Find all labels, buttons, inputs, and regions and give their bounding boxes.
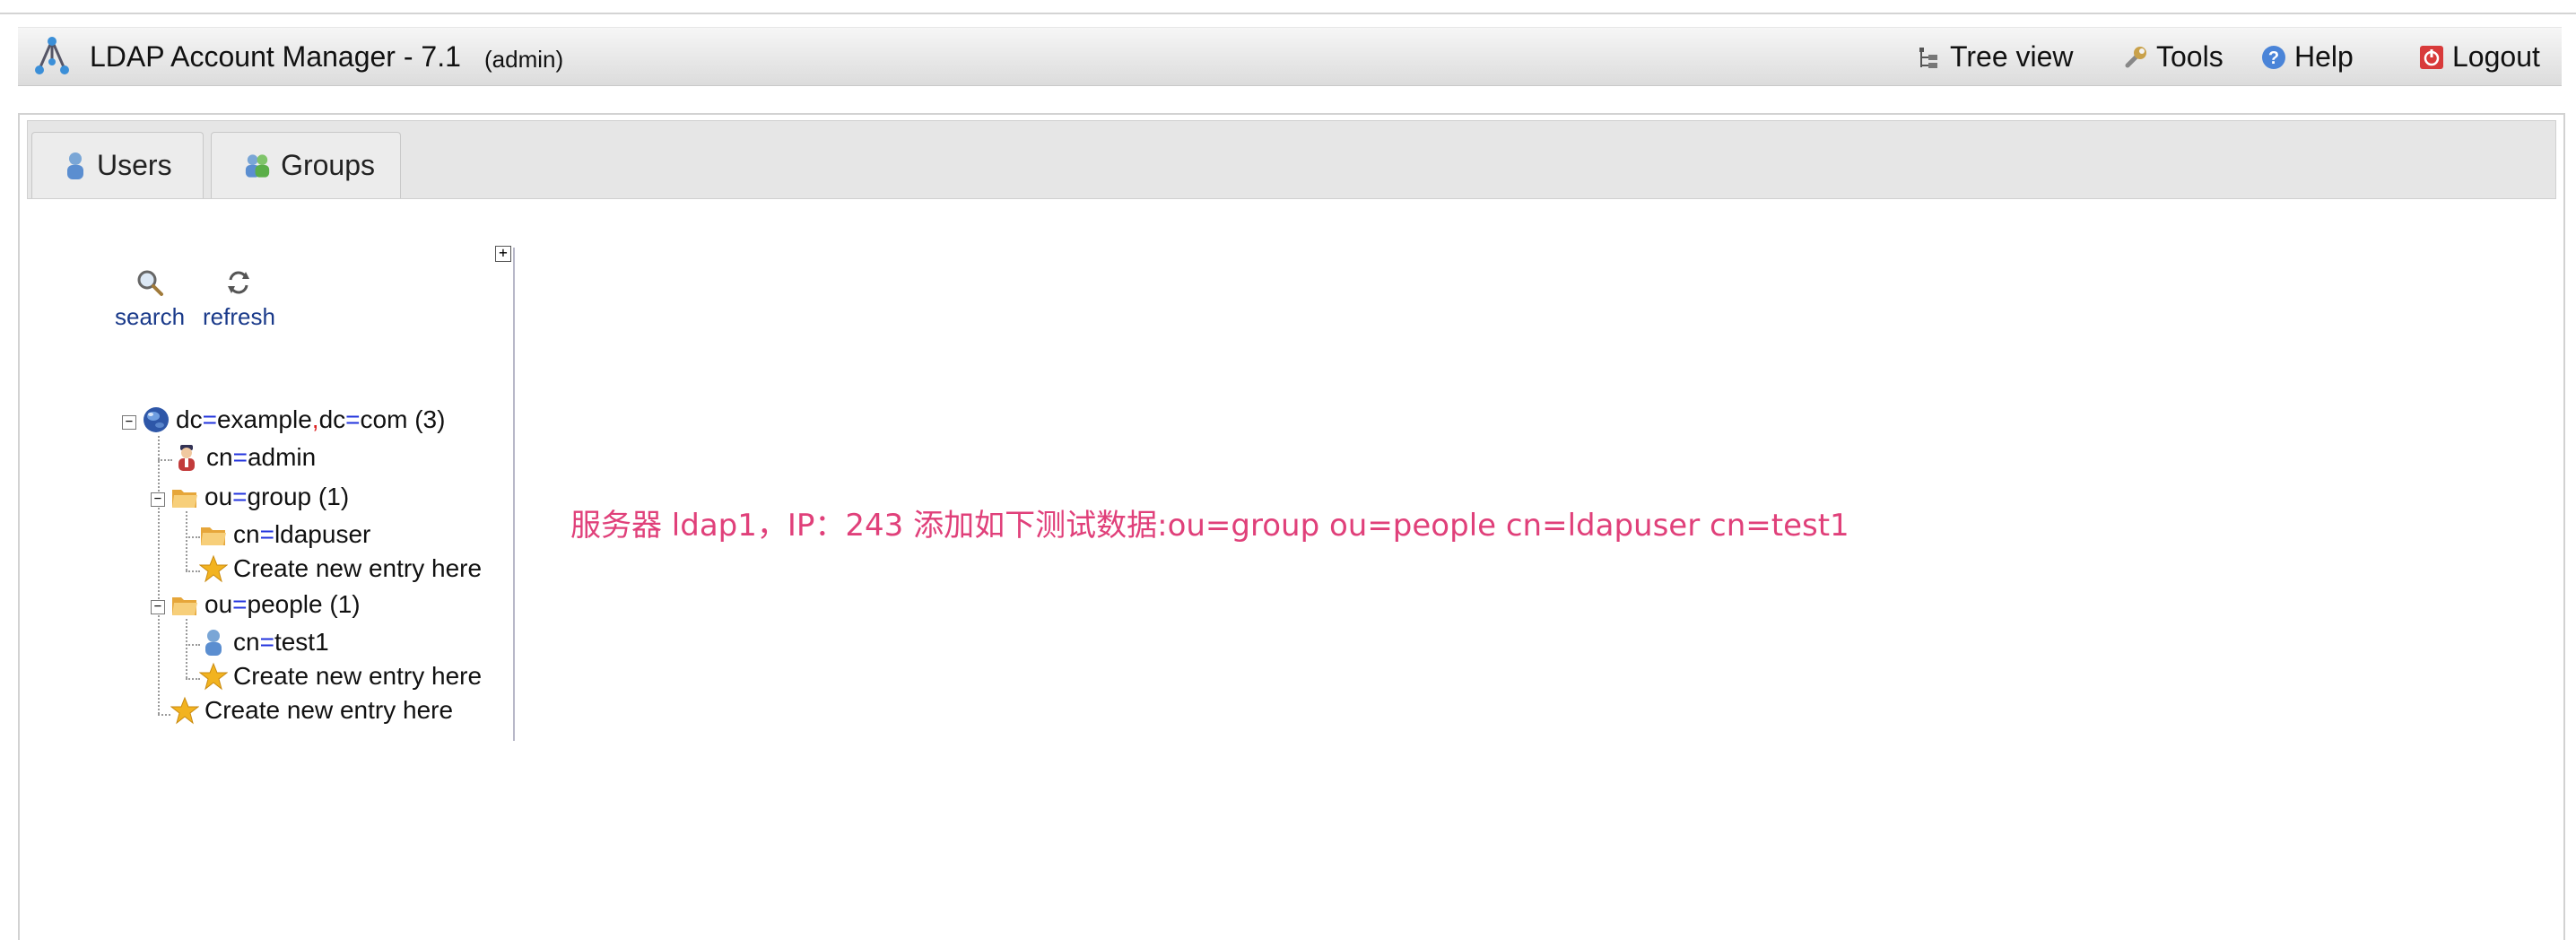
tree-node-test1[interactable]: cn = test1 [199,628,329,657]
attr-value: com [360,405,408,433]
tab-users-label: Users [97,149,172,181]
attr-key: ou [205,590,233,618]
tree-connector [158,714,170,716]
equals-sign: = [232,443,248,471]
logout-label: Logout [2452,40,2540,73]
folder-open-icon [172,490,197,508]
tree-connector [186,570,200,572]
globe-icon [144,407,169,432]
tree-view-icon [1919,47,1937,68]
app-title: LDAP Account Manager - 7.1 [90,40,461,73]
refresh-icon [228,271,250,294]
power-icon [2420,45,2443,69]
attr-key: cn [233,628,260,656]
svg-text:?: ? [2268,48,2279,68]
tree-connector [186,644,200,646]
attr-key: dc [176,405,203,433]
attr-key: cn [233,520,260,548]
tree-node-admin[interactable]: cn = admin [172,443,316,472]
create-entry-label: Create new entry here [233,554,483,582]
tree-connector [186,678,200,680]
equals-sign: = [232,483,248,510]
tab-users[interactable]: Users [31,132,204,198]
wrench-icon [2125,46,2146,67]
tools-link[interactable]: Tools [2122,40,2224,74]
equals-sign: = [259,628,274,656]
top-border-line [0,13,2576,14]
help-icon: ? [2262,45,2285,69]
logout-link[interactable]: Logout [2418,40,2540,74]
logged-in-user: (admin) [484,46,564,73]
equals-sign: = [232,590,248,618]
equals-sign: = [202,405,217,433]
tab-groups[interactable]: Groups [211,132,401,198]
tab-groups-label: Groups [281,149,375,181]
help-label: Help [2294,40,2354,73]
user-icon [67,152,83,179]
admin-user-icon [178,445,195,471]
tree-connector [158,459,172,461]
tree-separator [513,248,515,741]
search-label: search [115,303,186,330]
attr-value: group [247,483,312,510]
search-button[interactable]: search [115,267,185,331]
tree-node-ou-people[interactable]: ou = people (1) [170,590,361,619]
tree-node-root[interactable]: dc = example, dc = com (3) [142,405,445,434]
star-icon [199,554,228,583]
lam-logo-icon [30,35,74,78]
group-icon [245,153,270,178]
child-count: (1) [318,483,350,510]
tools-label: Tools [2156,40,2224,73]
tab-bar: Users Groups [27,120,2556,199]
child-count: (3) [414,405,446,433]
child-count: (1) [329,590,361,618]
attr-value: people [247,590,323,618]
equals-sign: = [345,405,361,433]
collapse-group-toggle[interactable]: − [151,492,165,507]
create-entry-group[interactable]: Create new entry here [199,554,482,583]
header-bar: LDAP Account Manager - 7.1 (admin) Tree … [18,27,2562,86]
user-icon [205,630,222,656]
refresh-label: refresh [203,303,275,330]
tree-connector [186,619,187,678]
create-entry-root[interactable]: Create new entry here [170,696,453,725]
folder-open-icon [172,597,197,615]
collapse-people-toggle[interactable]: − [151,600,165,614]
star-icon [170,696,199,725]
refresh-button[interactable]: refresh [203,267,275,331]
folder-open-icon [201,527,226,545]
create-entry-people[interactable]: Create new entry here [199,662,482,691]
help-link[interactable]: ? Help [2260,40,2354,74]
attr-value: example [216,405,312,433]
tree-node-ldapuser[interactable]: cn = ldapuser [199,520,370,549]
attr-key: ou [205,483,233,510]
expand-tree-panel-button[interactable]: + [495,246,511,262]
attr-value: ldapuser [274,520,371,548]
magnifier-icon [137,270,164,296]
tree-connector [186,511,187,570]
tree-node-ou-group[interactable]: ou = group (1) [170,483,349,511]
star-icon [199,662,228,691]
equals-sign: = [259,520,274,548]
tree-connector [158,436,160,714]
annotation-note: 服务器 ldap1，IP：243 添加如下测试数据:ou=group ou=pe… [570,508,1849,544]
tree-view-link[interactable]: Tree view [1916,40,2074,74]
attr-value: test1 [274,628,329,656]
comma-separator: , [311,405,319,433]
create-entry-label: Create new entry here [233,662,483,690]
attr-key: cn [206,443,233,471]
collapse-root-toggle[interactable]: − [122,415,136,430]
tree-connector [186,536,200,538]
create-entry-label: Create new entry here [205,696,454,724]
tree-view-label: Tree view [1950,40,2074,73]
attr-key: dc [318,405,346,433]
attr-value: admin [247,443,317,471]
